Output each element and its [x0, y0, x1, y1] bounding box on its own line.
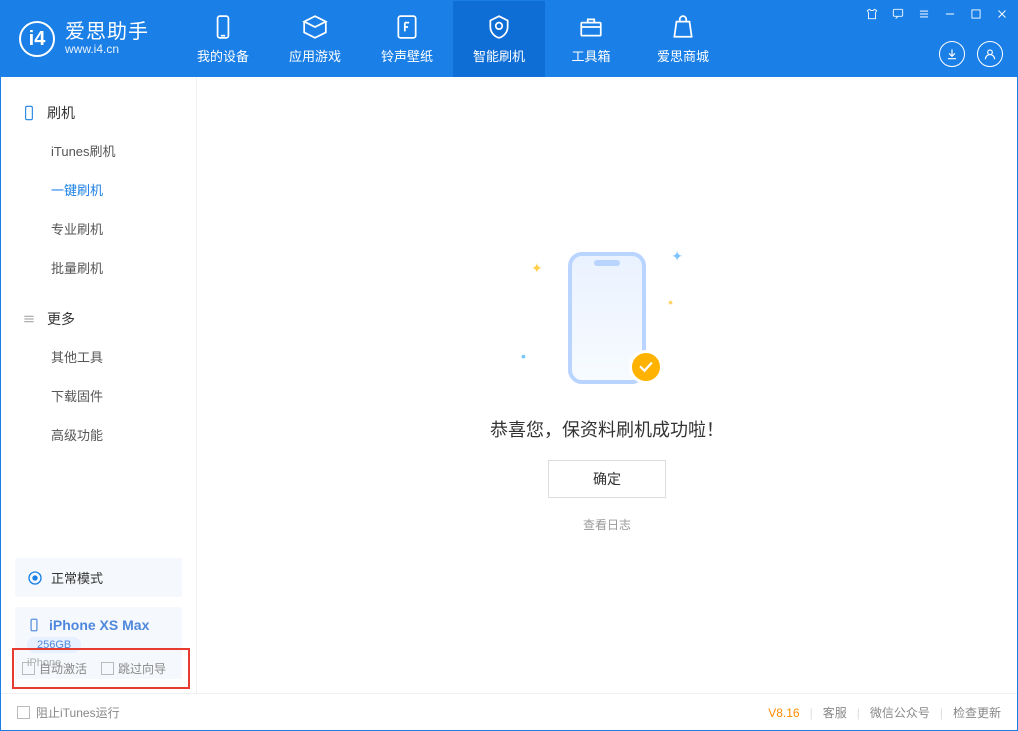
device-mode-row[interactable]: 正常模式	[15, 558, 182, 597]
tab-my-device[interactable]: 我的设备	[177, 1, 269, 77]
app-logo: i4 爱思助手 www.i4.cn	[1, 21, 167, 57]
tab-label: 应用游戏	[289, 46, 341, 65]
close-button[interactable]	[995, 7, 1009, 21]
app-body: 刷机 iTunes刷机 一键刷机 专业刷机 批量刷机 更多 其他工具 下载固件 …	[1, 77, 1017, 693]
device-name: iPhone XS Max	[49, 617, 149, 633]
logo-badge-icon: i4	[19, 21, 55, 57]
flash-options-highlight: 自动激活 跳过向导	[12, 648, 190, 689]
customer-service-link[interactable]: 客服	[823, 704, 847, 721]
minimize-button[interactable]	[943, 7, 957, 21]
tab-apps-games[interactable]: 应用游戏	[269, 1, 361, 77]
wechat-link[interactable]: 微信公众号	[870, 704, 930, 721]
maximize-button[interactable]	[969, 7, 983, 21]
block-itunes-checkbox[interactable]: 阻止iTunes运行	[17, 704, 120, 721]
sparkle-icon: •	[521, 348, 526, 364]
tab-label: 工具箱	[571, 46, 610, 65]
sidebar-item-batch-flash[interactable]: 批量刷机	[1, 248, 196, 287]
check-update-link[interactable]: 检查更新	[953, 704, 1001, 721]
window-controls	[865, 7, 1009, 21]
sparkle-icon: •	[668, 294, 673, 310]
sidebar-group-more: 更多	[1, 301, 196, 337]
tab-label: 我的设备	[197, 46, 249, 65]
tab-smart-flash[interactable]: 智能刷机	[453, 1, 545, 77]
view-log-link[interactable]: 查看日志	[583, 516, 631, 533]
shirt-icon[interactable]	[865, 7, 879, 21]
tab-store[interactable]: 爱思商城	[637, 1, 729, 77]
app-name: 爱思助手	[65, 21, 149, 43]
tab-label: 爱思商城	[657, 46, 709, 65]
download-icon[interactable]	[939, 41, 965, 67]
sparkle-icon: ✦	[531, 260, 543, 277]
user-icon[interactable]	[977, 41, 1003, 67]
sidebar-item-itunes-flash[interactable]: iTunes刷机	[1, 131, 196, 170]
main-tabs: 我的设备 应用游戏 铃声壁纸 智能刷机 工具箱 爱思商城	[177, 1, 729, 77]
tab-label: 铃声壁纸	[381, 46, 433, 65]
app-url: www.i4.cn	[65, 43, 149, 56]
group-title: 刷机	[47, 103, 75, 123]
sidebar-item-advanced[interactable]: 高级功能	[1, 415, 196, 454]
sidebar: 刷机 iTunes刷机 一键刷机 专业刷机 批量刷机 更多 其他工具 下载固件 …	[1, 77, 197, 693]
tab-label: 智能刷机	[473, 46, 525, 65]
device-mode: 正常模式	[51, 568, 103, 587]
tab-ringtones-wallpapers[interactable]: 铃声壁纸	[361, 1, 453, 77]
version-label: V8.16	[768, 706, 799, 720]
ok-button[interactable]: 确定	[548, 460, 666, 498]
sidebar-item-oneclick-flash[interactable]: 一键刷机	[1, 170, 196, 209]
header-actions	[939, 41, 1003, 67]
success-message: 恭喜您，保资料刷机成功啦！	[490, 416, 724, 442]
auto-activate-checkbox[interactable]: 自动激活	[22, 660, 87, 677]
sidebar-group-flash: 刷机	[1, 95, 196, 131]
sidebar-item-other-tools[interactable]: 其他工具	[1, 337, 196, 376]
group-title: 更多	[47, 309, 75, 329]
sidebar-item-pro-flash[interactable]: 专业刷机	[1, 209, 196, 248]
sidebar-item-download-firmware[interactable]: 下载固件	[1, 376, 196, 415]
status-bar: 阻止iTunes运行 V8.16 | 客服 | 微信公众号 | 检查更新	[1, 693, 1017, 731]
menu-icon[interactable]	[917, 7, 931, 21]
app-header: i4 爱思助手 www.i4.cn 我的设备 应用游戏 铃声壁纸 智能刷机 工具…	[1, 1, 1017, 77]
feedback-icon[interactable]	[891, 7, 905, 21]
sparkle-icon: ✦	[671, 248, 683, 265]
skip-guide-checkbox[interactable]: 跳过向导	[101, 660, 166, 677]
checkmark-badge-icon	[629, 350, 663, 384]
success-illustration: ✦ ✦ • •	[497, 238, 717, 398]
tab-toolbox[interactable]: 工具箱	[545, 1, 637, 77]
main-content: ✦ ✦ • • 恭喜您，保资料刷机成功啦！ 确定 查看日志	[197, 77, 1017, 693]
